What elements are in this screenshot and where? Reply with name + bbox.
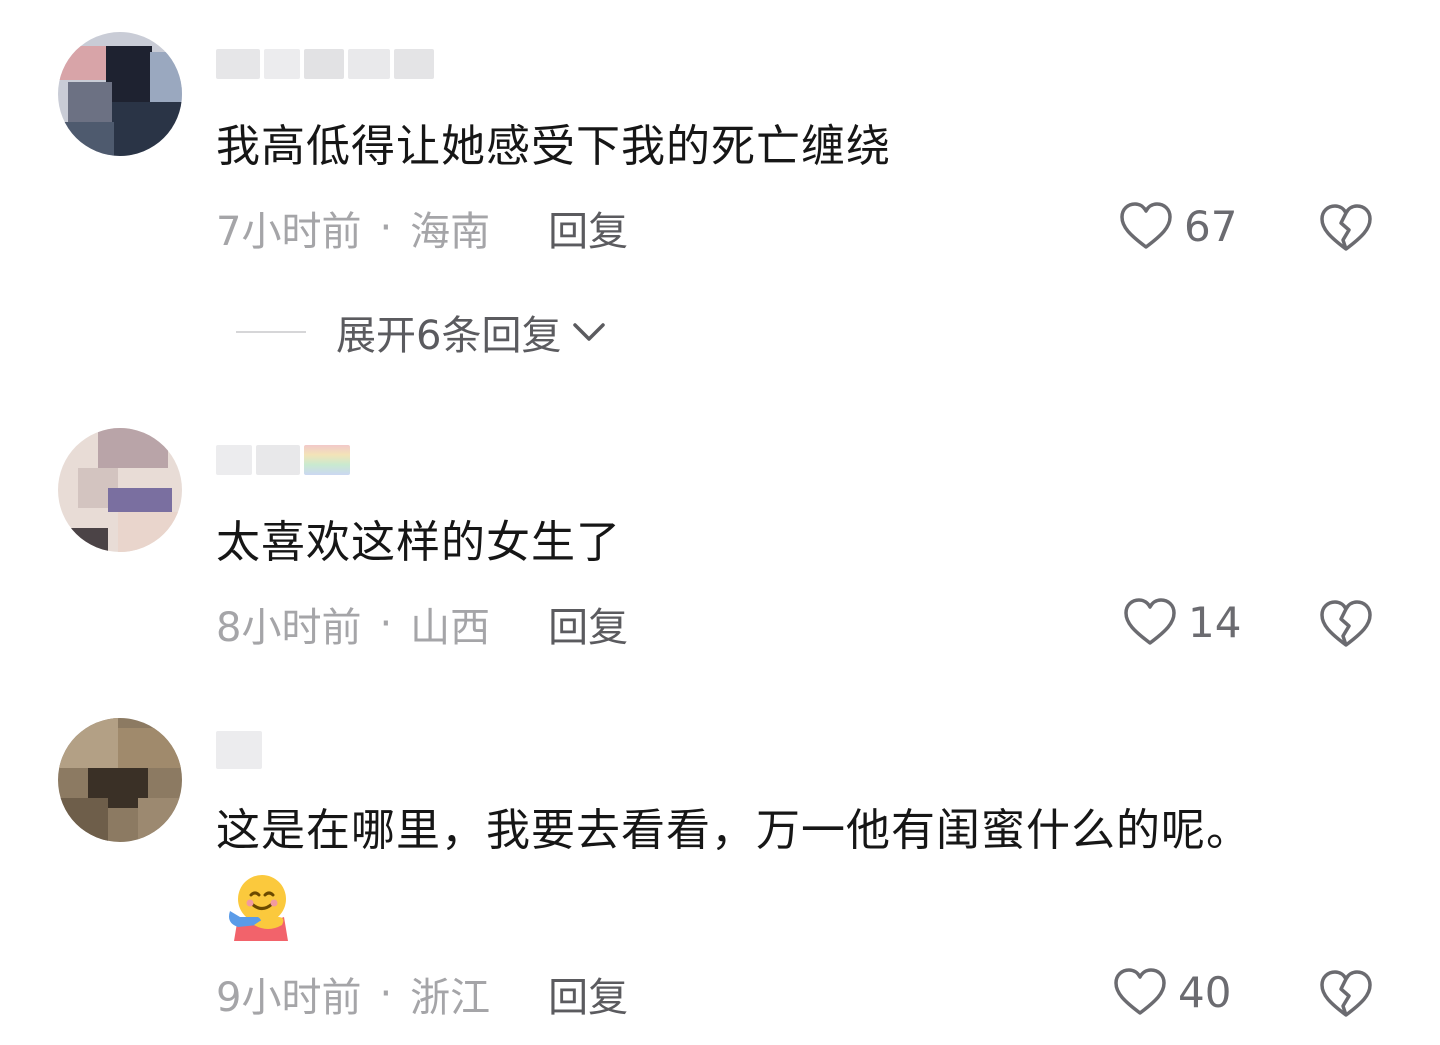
- like-count: 14: [1188, 597, 1242, 647]
- comment-meta: 9小时前 · 浙江 回复: [216, 966, 628, 1022]
- comment-meta: 8小时前 · 山西 回复: [216, 596, 628, 652]
- comment-item: 我高低得让她感受下我的死亡缠绕 7小时前 · 海南 回复 67 展开6条回复: [0, 0, 1440, 380]
- expand-label: 展开6条回复: [336, 313, 562, 359]
- comment-location: 山西: [410, 605, 491, 651]
- like-button[interactable]: 14: [1122, 596, 1241, 648]
- avatar[interactable]: [58, 32, 182, 156]
- comment-text: 我高低得让她感受下我的死亡缠绕: [216, 121, 891, 172]
- avatar[interactable]: [58, 428, 182, 552]
- comment-meta: 7小时前 · 海南 回复: [216, 200, 628, 256]
- comment-item: 太喜欢这样的女生了 8小时前 · 山西 回复 14: [0, 400, 1440, 690]
- like-button[interactable]: 67: [1118, 200, 1237, 252]
- heart-outline-icon: [1124, 598, 1176, 645]
- avatar[interactable]: [58, 718, 182, 842]
- broken-heart-icon[interactable]: [1318, 202, 1374, 254]
- comment-text: 这是在哪里，我要去看看，万一他有闺蜜什么的呢。: [216, 794, 1320, 943]
- meta-separator: ·: [379, 971, 393, 1017]
- meta-separator: ·: [379, 601, 393, 647]
- meta-separator: ·: [379, 205, 393, 251]
- comment-text: 太喜欢这样的女生了: [216, 517, 621, 568]
- expand-replies-button[interactable]: 展开6条回复: [236, 304, 609, 360]
- broken-heart-icon[interactable]: [1318, 598, 1374, 650]
- chevron-down-icon: [573, 323, 606, 341]
- comment-time: 7小时前: [216, 209, 362, 255]
- divider-line: [236, 331, 306, 333]
- username-blurred[interactable]: [216, 730, 262, 770]
- broken-heart-icon[interactable]: [1318, 968, 1374, 1020]
- heart-outline-icon: [1120, 202, 1172, 249]
- username-blurred[interactable]: [216, 44, 434, 84]
- comment-item: 这是在哪里，我要去看看，万一他有闺蜜什么的呢。 9小时前 · 浙江 回复 40: [0, 690, 1440, 1045]
- reply-button[interactable]: 回复: [548, 965, 628, 1023]
- comment-time: 8小时前: [216, 605, 362, 651]
- reply-button[interactable]: 回复: [548, 199, 628, 257]
- comment-location: 海南: [410, 209, 491, 255]
- comment-location: 浙江: [410, 975, 491, 1021]
- comment-text-body: 这是在哪里，我要去看看，万一他有闺蜜什么的呢。: [216, 805, 1251, 856]
- like-button[interactable]: 40: [1112, 966, 1231, 1018]
- like-count: 67: [1184, 201, 1238, 251]
- hugging-face-emoji-icon: [229, 875, 288, 941]
- username-blurred[interactable]: [216, 440, 350, 480]
- heart-outline-icon: [1114, 968, 1166, 1015]
- comment-time: 9小时前: [216, 975, 362, 1021]
- comment-feed: 我高低得让她感受下我的死亡缠绕 7小时前 · 海南 回复 67 展开6条回复 太…: [0, 0, 1440, 1045]
- like-count: 40: [1178, 967, 1232, 1017]
- reply-button[interactable]: 回复: [548, 595, 628, 653]
